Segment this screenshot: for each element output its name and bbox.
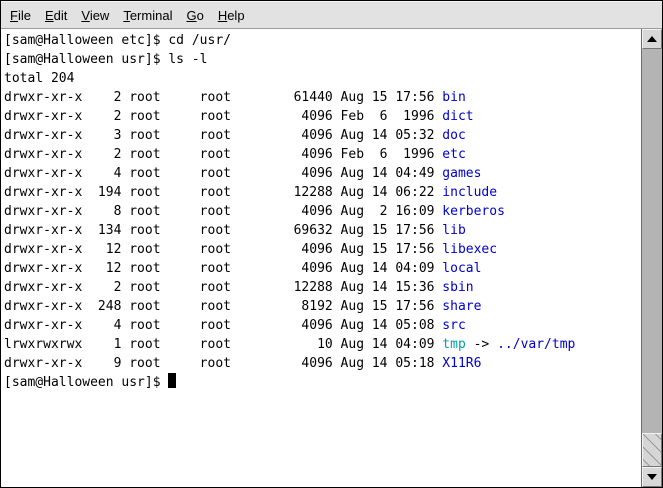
menu-file-mnemonic: F	[10, 8, 18, 23]
terminal-line: drwxr-xr-x 2 root root 12288 Aug 14 15:3…	[4, 278, 641, 297]
directory-name: bin	[442, 90, 465, 105]
terminal-line: lrwxrwxrwx 1 root root 10 Aug 14 04:09 t…	[4, 335, 641, 354]
terminal-text: drwxr-xr-x 9 root root 4096 Aug 14 05:18	[4, 356, 442, 371]
terminal-line: [sam@Halloween usr]$ ls -l	[4, 50, 641, 69]
menu-help-mnemonic: H	[218, 8, 227, 23]
directory-name: include	[442, 185, 497, 200]
scrollbar	[641, 29, 662, 487]
terminal-text: drwxr-xr-x 8 root root 4096 Aug 2 16:09	[4, 204, 442, 219]
terminal-text: drwxr-xr-x 194 root root 12288 Aug 14 06…	[4, 185, 442, 200]
terminal-line: [sam@Halloween etc]$ cd /usr/	[4, 31, 641, 50]
menu-view[interactable]: View	[74, 3, 116, 28]
terminal-line: drwxr-xr-x 4 root root 4096 Aug 14 04:49…	[4, 164, 641, 183]
directory-name: kerberos	[442, 204, 505, 219]
terminal-text: drwxr-xr-x 248 root root 8192 Aug 15 17:…	[4, 299, 442, 314]
terminal-text: [sam@Halloween usr]$	[4, 375, 168, 390]
terminal-text: drwxr-xr-x 2 root root 4096 Feb 6 1996	[4, 147, 442, 162]
terminal-text: drwxr-xr-x 2 root root 61440 Aug 15 17:5…	[4, 90, 442, 105]
menu-edit-mnemonic: E	[45, 8, 54, 23]
terminal-text: total 204	[4, 71, 74, 86]
terminal-line: drwxr-xr-x 2 root root 4096 Feb 6 1996 e…	[4, 145, 641, 164]
menu-go[interactable]: Go	[179, 3, 210, 28]
menu-help-label: elp	[227, 8, 244, 23]
terminal-text: drwxr-xr-x 2 root root 12288 Aug 14 15:3…	[4, 280, 442, 295]
symlink-name: tmp	[442, 337, 465, 352]
terminal-text: drwxr-xr-x 2 root root 4096 Feb 6 1996	[4, 109, 442, 124]
terminal-line: drwxr-xr-x 248 root root 8192 Aug 15 17:…	[4, 297, 641, 316]
menu-go-mnemonic: G	[186, 8, 196, 23]
directory-name: local	[442, 261, 481, 276]
menu-bar: File Edit View Terminal Go Help	[1, 1, 662, 29]
down-arrow-icon	[647, 474, 657, 480]
terminal-text: drwxr-xr-x 4 root root 4096 Aug 14 05:08	[4, 318, 442, 333]
terminal-line: drwxr-xr-x 2 root root 61440 Aug 15 17:5…	[4, 88, 641, 107]
menu-view-mnemonic: V	[81, 8, 89, 23]
terminal-output[interactable]: [sam@Halloween etc]$ cd /usr/ [sam@Hallow…	[1, 29, 641, 487]
terminal-text: drwxr-xr-x 134 root root 69632 Aug 15 17…	[4, 223, 442, 238]
terminal-text: drwxr-xr-x 4 root root 4096 Aug 14 04:49	[4, 166, 442, 181]
terminal-line: drwxr-xr-x 9 root root 4096 Aug 14 05:18…	[4, 354, 641, 373]
directory-name: lib	[442, 223, 465, 238]
terminal-line: [sam@Halloween usr]$	[4, 373, 641, 392]
menu-file[interactable]: File	[3, 3, 38, 28]
up-arrow-icon	[647, 36, 657, 42]
terminal-text: drwxr-xr-x 12 root root 4096 Aug 14 04:0…	[4, 261, 442, 276]
terminal-text: drwxr-xr-x 3 root root 4096 Aug 14 05:32	[4, 128, 442, 143]
scrollbar-thumb[interactable]	[642, 433, 662, 467]
terminal-window: File Edit View Terminal Go Help [sam@Hal…	[0, 0, 663, 488]
directory-name: X11R6	[442, 356, 481, 371]
terminal-line: drwxr-xr-x 134 root root 69632 Aug 15 17…	[4, 221, 641, 240]
terminal-line: total 204	[4, 69, 641, 88]
terminal-line: drwxr-xr-x 194 root root 12288 Aug 14 06…	[4, 183, 641, 202]
menu-edit[interactable]: Edit	[38, 3, 74, 28]
directory-name: games	[442, 166, 481, 181]
menu-help[interactable]: Help	[211, 3, 252, 28]
menu-edit-label: dit	[54, 8, 68, 23]
terminal-line: drwxr-xr-x 4 root root 4096 Aug 14 05:08…	[4, 316, 641, 335]
terminal-line: drwxr-xr-x 2 root root 4096 Feb 6 1996 d…	[4, 107, 641, 126]
terminal-line: drwxr-xr-x 12 root root 4096 Aug 15 17:5…	[4, 240, 641, 259]
terminal-text: [sam@Halloween usr]$ ls -l	[4, 52, 208, 67]
terminal-line: drwxr-xr-x 12 root root 4096 Aug 14 04:0…	[4, 259, 641, 278]
terminal-text: drwxr-xr-x 12 root root 4096 Aug 15 17:5…	[4, 242, 442, 257]
menu-file-label: ile	[18, 8, 31, 23]
directory-name: doc	[442, 128, 465, 143]
directory-name: share	[442, 299, 481, 314]
terminal-line: drwxr-xr-x 8 root root 4096 Aug 2 16:09 …	[4, 202, 641, 221]
scrollbar-trough[interactable]	[642, 49, 662, 433]
window-content: [sam@Halloween etc]$ cd /usr/ [sam@Hallow…	[1, 29, 662, 487]
terminal-text: ->	[466, 337, 497, 352]
terminal-line: drwxr-xr-x 3 root root 4096 Aug 14 05:32…	[4, 126, 641, 145]
terminal-cursor	[168, 373, 176, 388]
menu-go-label: o	[197, 8, 204, 23]
scroll-down-button[interactable]	[642, 467, 662, 487]
directory-name: src	[442, 318, 465, 333]
terminal-text: lrwxrwxrwx 1 root root 10 Aug 14 04:09	[4, 337, 442, 352]
directory-name: libexec	[442, 242, 497, 257]
directory-name: etc	[442, 147, 465, 162]
directory-name: ../var/tmp	[497, 337, 575, 352]
menu-terminal-label: erminal	[130, 8, 173, 23]
scroll-up-button[interactable]	[642, 29, 662, 49]
directory-name: sbin	[442, 280, 473, 295]
terminal-text: [sam@Halloween etc]$ cd /usr/	[4, 33, 231, 48]
menu-terminal[interactable]: Terminal	[116, 3, 179, 28]
directory-name: dict	[442, 109, 473, 124]
menu-view-label: iew	[90, 8, 110, 23]
